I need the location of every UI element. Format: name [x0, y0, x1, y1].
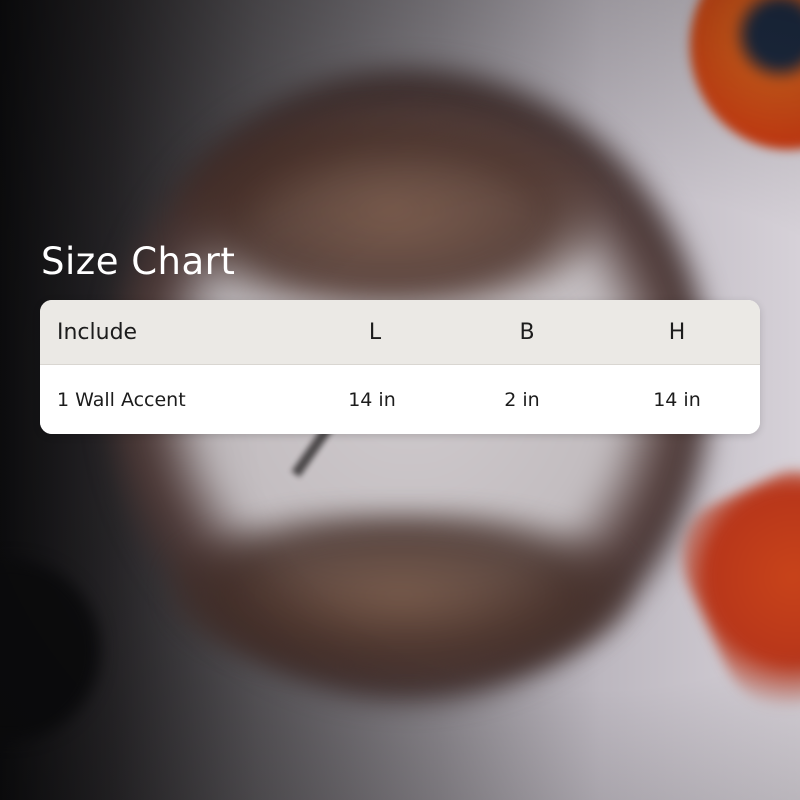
table-header-row: Include L B H: [40, 300, 760, 365]
header-height: H: [668, 319, 686, 345]
cell-height: 14 in: [653, 388, 701, 411]
cell-include: 1 Wall Accent: [57, 388, 186, 411]
header-include: Include: [57, 319, 138, 345]
table-row: 1 Wall Accent 14 in 2 in 14 in: [40, 365, 760, 434]
header-length: L: [368, 319, 382, 345]
cell-length: 14 in: [348, 388, 396, 411]
header-breadth: B: [519, 319, 535, 345]
size-chart-title: Size Chart: [41, 240, 236, 283]
cell-breadth: 2 in: [504, 388, 540, 411]
size-chart-table: Include L B H 1 Wall Accent 14 in 2 in 1…: [40, 300, 760, 434]
